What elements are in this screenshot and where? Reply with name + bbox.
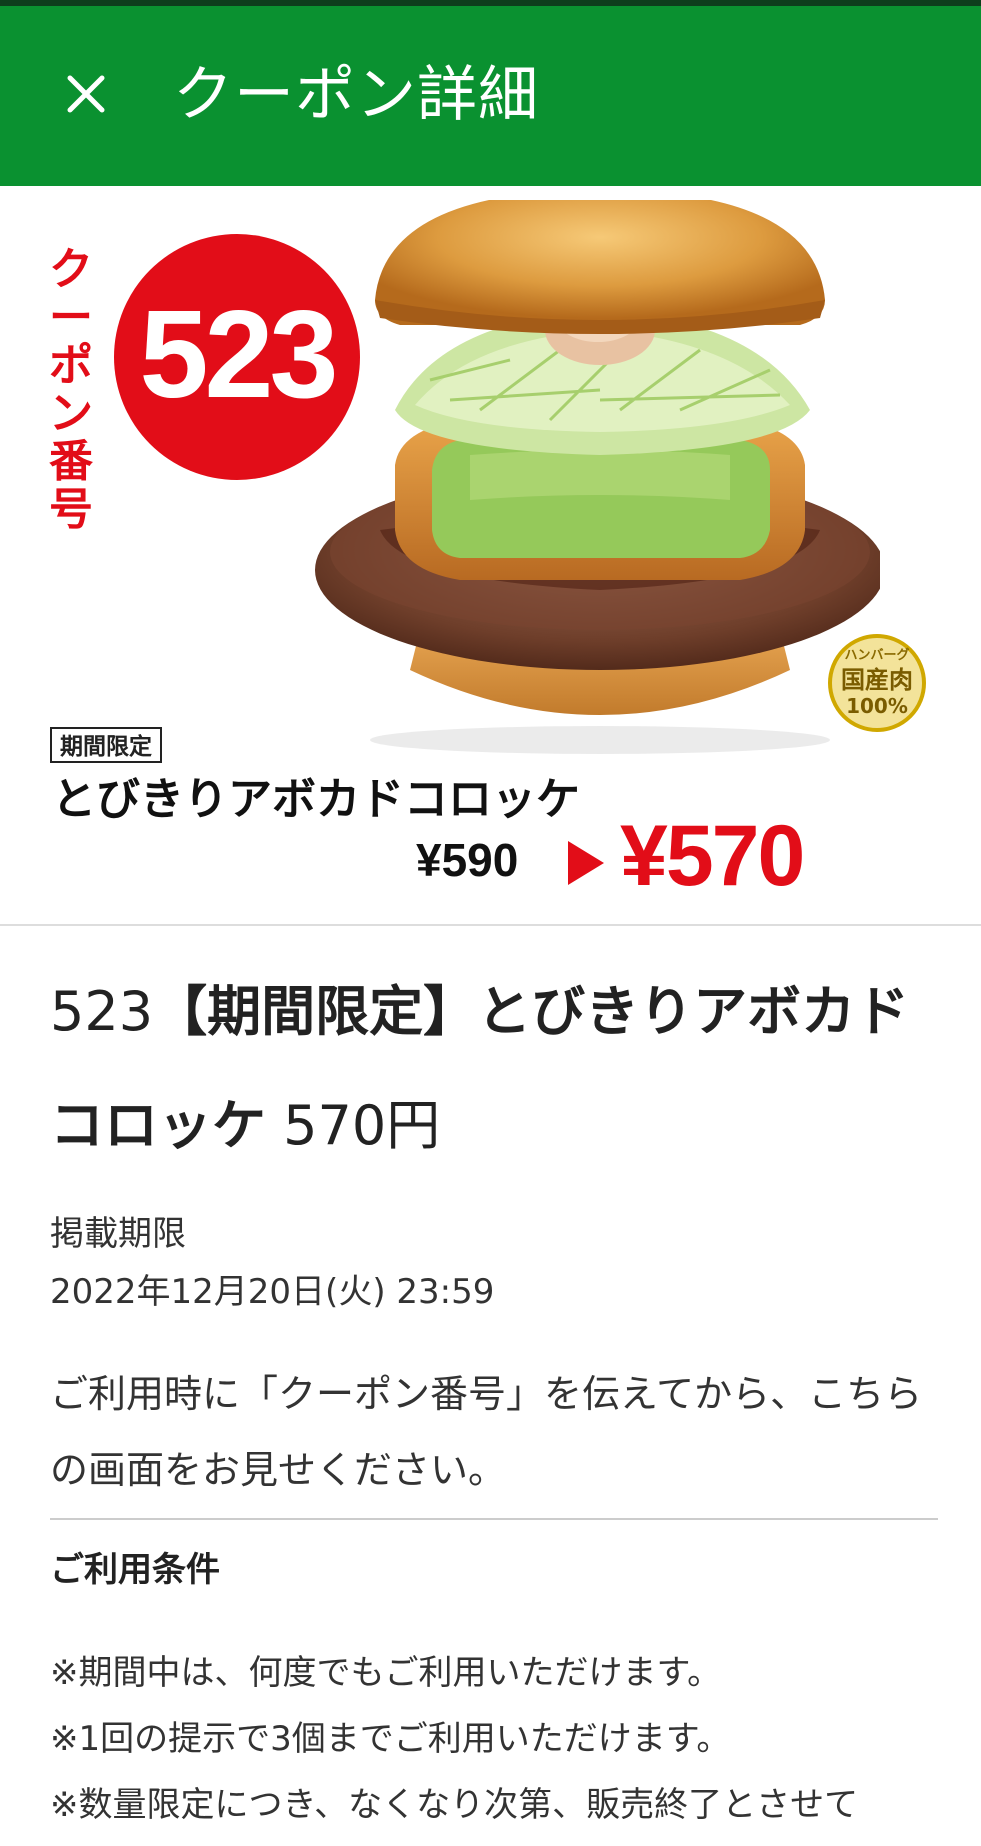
price-arrow-icon: [568, 841, 604, 885]
expiry-label: 掲載期限: [50, 1214, 186, 1254]
usage-instruction: ご利用時に「クーポン番号」を伝えてから、こちらの画面をお見せください。: [50, 1372, 923, 1492]
conditions-list: ※期間中は、何度でもご利用いただけます。 ※1回の提示で3個までご利用いただけま…: [50, 1640, 970, 1838]
domestic-meat-badge: ハンバーグ 国産肉 100%: [828, 634, 926, 732]
divider: [50, 1518, 938, 1520]
coupon-title-name: 【期間限定】とびきりアボカドコロッケ: [50, 980, 910, 1157]
app-header: クーポン詳細: [0, 6, 981, 186]
conditions-heading: ご利用条件: [50, 1550, 220, 1590]
coupon-label-char: ン: [49, 388, 93, 439]
coupon-title: 523【期間限定】とびきりアボカドコロッケ 570円: [50, 955, 950, 1183]
close-icon: [67, 75, 105, 113]
condition-item: ※1回の提示で3個までご利用いただけます。: [50, 1719, 731, 1759]
coupon-number-label: ク ー ポ ン 番 号: [46, 246, 96, 534]
coupon-label-char: ー: [49, 292, 93, 343]
coupon-title-number: 523: [50, 980, 154, 1043]
divider: [0, 924, 981, 926]
coupon-title-price: 570円: [283, 1094, 441, 1157]
coupon-label-char: 番: [49, 436, 93, 487]
coupon-banner-image: ク ー ポ ン 番 号 523 ハンバーグ 国産肉 100% 期間限定 とびきり…: [0, 186, 981, 924]
expiry-value: 2022年12月20日(火) 23:59: [50, 1272, 495, 1312]
close-button[interactable]: [56, 64, 116, 124]
discount-price: ¥570: [620, 808, 805, 904]
condition-item: ※期間中は、何度でもご利用いただけます。: [50, 1653, 722, 1693]
condition-item: ※数量限定につき、なくなり次第、販売終了とさせて: [50, 1785, 859, 1825]
burger-photo: [300, 200, 880, 760]
original-price: ¥590: [416, 834, 519, 886]
page-title: クーポン詳細: [173, 60, 539, 130]
coupon-label-char: ポ: [49, 340, 93, 391]
coupon-label-char: ク: [49, 244, 93, 295]
banner-product-name: とびきりアボカドコロッケ: [52, 774, 580, 825]
badge-middle-text: 国産肉: [841, 666, 913, 694]
limited-time-tag: 期間限定: [50, 727, 162, 763]
badge-bottom-text: 100%: [846, 694, 908, 718]
coupon-label-char: 号: [49, 484, 93, 535]
badge-top-text: ハンバーグ: [844, 648, 910, 663]
